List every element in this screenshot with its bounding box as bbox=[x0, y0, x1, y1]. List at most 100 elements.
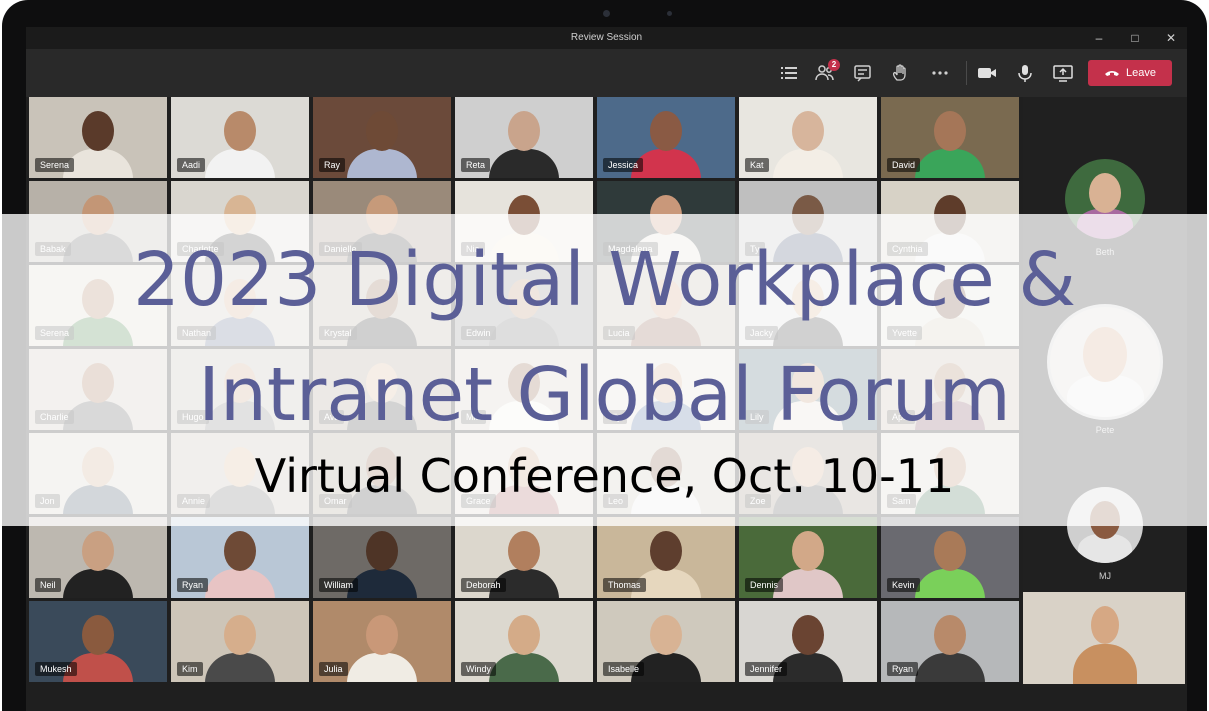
participant-face bbox=[650, 111, 682, 151]
participant-face bbox=[366, 111, 398, 151]
share-screen-icon[interactable] bbox=[1052, 63, 1074, 83]
participant-name: Aadi bbox=[177, 158, 206, 172]
participant-shoulders bbox=[915, 653, 985, 682]
participant-shoulders bbox=[915, 149, 985, 178]
banner-title-line-2: Intranet Global Forum bbox=[198, 352, 1011, 438]
participant-name: Windy bbox=[461, 662, 497, 676]
self-view-shoulders bbox=[1073, 644, 1137, 684]
meeting-toolbar: 2 Leave bbox=[26, 49, 1187, 97]
participant-face bbox=[224, 615, 256, 655]
microphone-icon[interactable] bbox=[1014, 63, 1036, 83]
participant-name: David bbox=[887, 158, 921, 172]
participant-name: Dennis bbox=[745, 578, 784, 592]
participant-face bbox=[792, 531, 824, 571]
participant-name: Ryan bbox=[177, 578, 209, 592]
video-tile[interactable]: Jennifer bbox=[739, 601, 877, 682]
participant-shoulders bbox=[489, 149, 559, 178]
title-bar: Review Session – □ ✕ bbox=[26, 27, 1187, 49]
participant-shoulders bbox=[205, 653, 275, 682]
video-tile[interactable]: Thomas bbox=[597, 517, 735, 598]
video-tile[interactable]: Dennis bbox=[739, 517, 877, 598]
participant-face bbox=[792, 111, 824, 151]
side-participant-name: MJ bbox=[1099, 571, 1111, 581]
participant-face bbox=[82, 615, 114, 655]
participant-face bbox=[650, 615, 682, 655]
participant-face bbox=[366, 531, 398, 571]
participant-face bbox=[224, 531, 256, 571]
chat-icon[interactable] bbox=[852, 63, 874, 83]
participant-name: Kat bbox=[745, 158, 769, 172]
participant-name: Reta bbox=[461, 158, 491, 172]
video-tile[interactable]: Ryan bbox=[171, 517, 309, 598]
participant-name: Ray bbox=[319, 158, 346, 172]
participant-shoulders bbox=[347, 149, 417, 178]
participant-shoulders bbox=[347, 653, 417, 682]
banner-subtitle: Virtual Conference, Oct. 10-11 bbox=[254, 449, 955, 503]
video-tile[interactable]: Jessica bbox=[597, 97, 735, 178]
participant-face bbox=[508, 111, 540, 151]
participant-shoulders bbox=[773, 149, 843, 178]
leave-label: Leave bbox=[1126, 67, 1156, 79]
participant-name: Jennifer bbox=[745, 662, 788, 676]
participants-icon[interactable]: 2 bbox=[814, 59, 840, 83]
minimize-icon[interactable]: – bbox=[1092, 31, 1106, 45]
participant-face bbox=[792, 615, 824, 655]
video-tile[interactable]: Reta bbox=[455, 97, 593, 178]
participant-face bbox=[650, 531, 682, 571]
phone-hangup-icon bbox=[1105, 71, 1119, 76]
participant-name: Jessica bbox=[603, 158, 644, 172]
video-tile[interactable]: Kat bbox=[739, 97, 877, 178]
video-tile[interactable]: Isabelle bbox=[597, 601, 735, 682]
avatar-face bbox=[1089, 173, 1121, 214]
participant-face bbox=[934, 615, 966, 655]
participant-shoulders bbox=[205, 569, 275, 598]
video-tile[interactable]: Kim bbox=[171, 601, 309, 682]
video-tile[interactable]: Julia bbox=[313, 601, 451, 682]
participant-name: Mukesh bbox=[35, 662, 77, 676]
participant-face bbox=[82, 111, 114, 151]
video-tile[interactable]: William bbox=[313, 517, 451, 598]
video-tile[interactable]: Mukesh bbox=[29, 601, 167, 682]
participant-name: Kim bbox=[177, 662, 203, 676]
participant-name: Thomas bbox=[603, 578, 646, 592]
video-tile[interactable]: Ryan bbox=[881, 601, 1019, 682]
video-tile[interactable]: Windy bbox=[455, 601, 593, 682]
banner-title-line-1: 2023 Digital Workplace & bbox=[132, 237, 1077, 323]
participant-shoulders bbox=[63, 569, 133, 598]
participant-name: Deborah bbox=[461, 578, 506, 592]
close-icon[interactable]: ✕ bbox=[1164, 31, 1178, 45]
more-options-icon[interactable] bbox=[929, 63, 951, 83]
sensor-icon bbox=[667, 11, 672, 16]
leave-button[interactable]: Leave bbox=[1088, 60, 1172, 86]
video-tile[interactable]: David bbox=[881, 97, 1019, 178]
participant-name: Neil bbox=[35, 578, 61, 592]
participant-shoulders bbox=[205, 149, 275, 178]
participant-face bbox=[224, 111, 256, 151]
list-icon[interactable] bbox=[778, 63, 800, 83]
participant-face bbox=[934, 531, 966, 571]
participant-shoulders bbox=[489, 653, 559, 682]
video-tile[interactable]: Deborah bbox=[455, 517, 593, 598]
camera-icon bbox=[603, 10, 610, 17]
video-tile[interactable]: Neil bbox=[29, 517, 167, 598]
raise-hand-icon[interactable] bbox=[890, 63, 912, 83]
participant-face bbox=[508, 615, 540, 655]
video-tile[interactable]: Serena bbox=[29, 97, 167, 178]
video-tile[interactable]: Ray bbox=[313, 97, 451, 178]
participant-face bbox=[366, 615, 398, 655]
toolbar-divider bbox=[966, 61, 967, 85]
video-tile[interactable]: Kevin bbox=[881, 517, 1019, 598]
participant-face bbox=[508, 531, 540, 571]
participant-name: Kevin bbox=[887, 578, 920, 592]
self-view-video[interactable] bbox=[1023, 592, 1185, 684]
maximize-icon[interactable]: □ bbox=[1128, 31, 1142, 45]
participant-name: Isabelle bbox=[603, 662, 645, 676]
participant-name: William bbox=[319, 578, 358, 592]
participant-face bbox=[934, 111, 966, 151]
participants-badge: 2 bbox=[828, 59, 840, 71]
participant-name: Julia bbox=[319, 662, 348, 676]
participant-shoulders bbox=[773, 569, 843, 598]
camera-toggle-icon[interactable] bbox=[976, 63, 998, 83]
video-tile[interactable]: Aadi bbox=[171, 97, 309, 178]
participant-face bbox=[82, 531, 114, 571]
